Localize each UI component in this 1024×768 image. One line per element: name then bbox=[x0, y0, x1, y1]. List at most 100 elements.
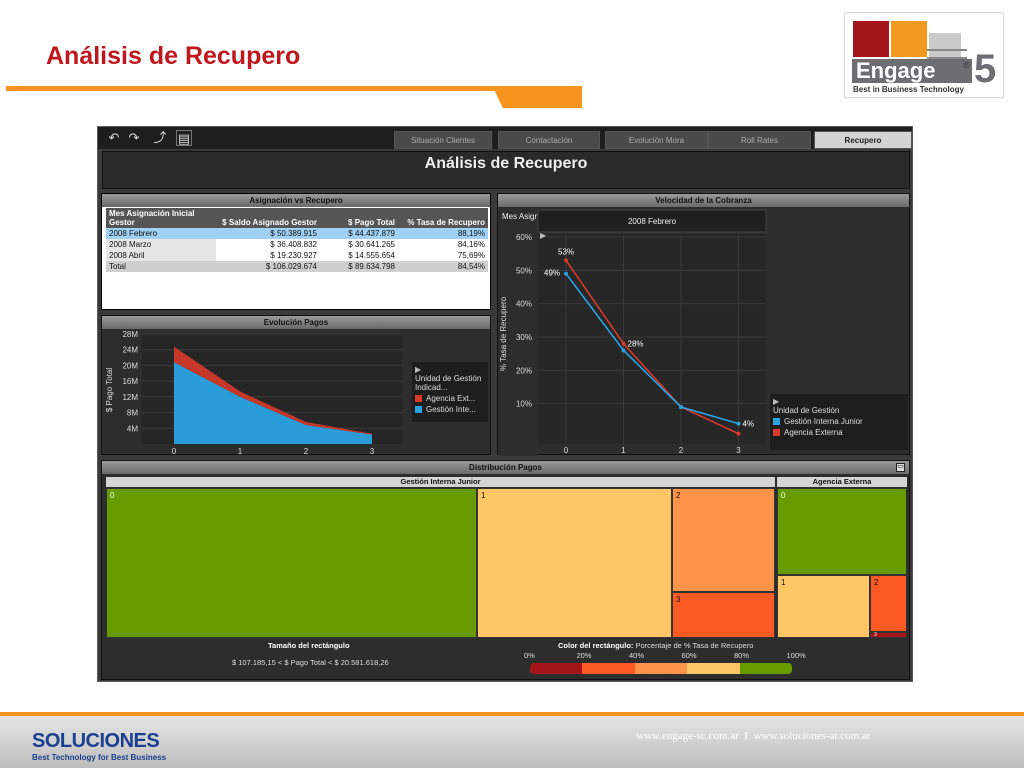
data-point bbox=[736, 431, 741, 436]
treemap-group-title: Agencia Externa bbox=[777, 477, 907, 487]
data-point bbox=[736, 421, 741, 426]
scale-tick-label: 80% bbox=[734, 651, 750, 660]
column-header[interactable]: % Tasa de Recupero bbox=[398, 208, 488, 228]
data-point bbox=[564, 271, 568, 276]
data-label: 4% bbox=[743, 420, 755, 429]
data-point bbox=[621, 341, 626, 346]
data-label: 53% bbox=[558, 247, 574, 256]
redo-icon[interactable]: ↷ bbox=[126, 130, 142, 146]
size-range: $ 107.185,15 < $ Pago Total < $ 20.581.6… bbox=[232, 658, 389, 667]
y-tick-label: 28M bbox=[122, 330, 138, 339]
cell: 84,16% bbox=[457, 239, 485, 249]
column-header[interactable]: $ Saldo Asignado Gestor bbox=[216, 208, 320, 228]
tab-recupero[interactable]: Recupero bbox=[814, 131, 912, 149]
logo-word: Engage bbox=[852, 59, 972, 83]
tab-roll-rates[interactable]: Roll Rates bbox=[708, 131, 811, 149]
logo-tagline: Best in Business Technology bbox=[853, 85, 964, 94]
y-tick-label: 40% bbox=[516, 300, 532, 309]
legend-item[interactable]: Agencia Externa bbox=[784, 428, 843, 437]
color-label: Color del rectángulo: Porcentaje de % Ta… bbox=[558, 641, 754, 650]
y-tick-label: 30% bbox=[516, 333, 532, 342]
panel-title: Asignación vs Recupero bbox=[102, 194, 490, 207]
panel-title: Velocidad de la Cobranza bbox=[498, 194, 909, 207]
reset-icon[interactable]: ⤴ bbox=[152, 130, 168, 146]
scale-tick-label: 40% bbox=[629, 651, 645, 660]
soluciones-tagline: Best Technology for Best Business bbox=[32, 753, 167, 762]
panel-title: Evolución Pagos bbox=[102, 316, 490, 329]
axis-arrow-icon: ▶ bbox=[540, 231, 547, 240]
column-header[interactable]: Mes Asignación Inicial Gestor bbox=[106, 208, 216, 228]
scale-tick-label: 100% bbox=[786, 651, 806, 660]
y-tick-label: 24M bbox=[122, 346, 138, 355]
treemap-cell[interactable]: 0 bbox=[106, 488, 477, 638]
table-row-total[interactable]: Total $ 106.029.674 $ 89.634.798 84,54% bbox=[106, 261, 488, 272]
y-tick-label: 8M bbox=[127, 409, 138, 418]
cell: $ 36.408.832 bbox=[270, 239, 317, 249]
slide-title: Análisis de Recupero bbox=[46, 42, 301, 70]
cell: $ 50.389.915 bbox=[216, 228, 320, 239]
legend-item[interactable]: Gestión Inte... bbox=[426, 405, 476, 414]
cell: $ 106.029.674 bbox=[216, 261, 320, 272]
y-tick-label: 20M bbox=[122, 361, 138, 370]
x-tick-label: 0 bbox=[172, 447, 177, 456]
data-point bbox=[564, 258, 568, 263]
evolucion-legend: ▶ Unidad de Gestión Indicad... Agencia E… bbox=[412, 362, 488, 422]
y-axis-label: $ Pago Total bbox=[105, 368, 114, 413]
x-tick-label: 1 bbox=[621, 446, 626, 455]
x-tick-label: 3 bbox=[736, 446, 741, 455]
cell: 2008 Abril bbox=[106, 250, 216, 261]
table-row[interactable]: 2008 Febrero $ 50.389.915 $ 44.437.879 8… bbox=[106, 228, 488, 239]
footer-links[interactable]: www.engage-sc.com.ar I www.soluciones-ar… bbox=[636, 730, 870, 742]
treemap-cell[interactable]: 2 bbox=[870, 575, 907, 632]
legend-title: Unidad de Gestión bbox=[773, 406, 840, 415]
y-tick-label: 10% bbox=[516, 400, 532, 409]
soluciones-logo: SOLUCIONES bbox=[32, 730, 160, 752]
asignacion-panel: Asignación vs Recupero Mes Asignación In… bbox=[101, 193, 491, 310]
column-header[interactable]: $ Pago Total bbox=[320, 208, 398, 228]
plot-area bbox=[538, 234, 766, 444]
x-tick-label: 1 bbox=[238, 447, 243, 456]
cell: $ 14.555.654 bbox=[348, 250, 395, 260]
undo-icon[interactable]: ↶ bbox=[106, 130, 122, 146]
cell: 2008 Febrero bbox=[106, 228, 216, 239]
treemap-cell[interactable]: 1 bbox=[777, 575, 870, 638]
footer: SOLUCIONES Best Technology for Best Busi… bbox=[0, 712, 1024, 768]
velocidad-legend: ▶ Unidad de Gestión Gestión Interna Juni… bbox=[770, 394, 908, 450]
cell: 84,54% bbox=[398, 261, 488, 272]
data-point bbox=[621, 348, 626, 353]
cell: $ 89.634.798 bbox=[320, 261, 398, 272]
treemap-cell[interactable]: 0 bbox=[777, 488, 907, 575]
y-tick-label: 12M bbox=[122, 393, 138, 402]
table-row[interactable]: 2008 Marzo $ 36.408.832 $ 30.641.265 84,… bbox=[106, 239, 488, 250]
scale-tick-label: 60% bbox=[681, 651, 697, 660]
y-tick-label: 20% bbox=[516, 366, 532, 375]
legend-item[interactable]: Gestión Interna Junior bbox=[784, 417, 863, 426]
treemap-cell[interactable]: 1 bbox=[477, 488, 672, 638]
treemap-cell[interactable]: 3 bbox=[672, 592, 775, 638]
tab-contactacion[interactable]: Contactación bbox=[498, 131, 600, 149]
cell: 88,19% bbox=[398, 228, 488, 239]
treemap-cell[interactable]: 3 bbox=[870, 632, 907, 638]
scale-tick-label: 0% bbox=[524, 651, 535, 660]
treemap-cell[interactable]: 2 bbox=[672, 488, 775, 592]
size-label: Tamaño del rectángulo bbox=[268, 641, 350, 650]
x-tick-label: 3 bbox=[370, 447, 375, 456]
tab-evolucion-mora[interactable]: Evolución Mora bbox=[605, 131, 708, 149]
logo-version: 5 bbox=[974, 47, 997, 91]
title-underline bbox=[6, 86, 582, 108]
maximize-icon[interactable]: ▭ bbox=[896, 463, 905, 472]
legend-item[interactable]: Agencia Ext... bbox=[426, 394, 475, 403]
cell: Total bbox=[106, 261, 216, 272]
cell: $ 44.437.879 bbox=[320, 228, 398, 239]
data-label: 28% bbox=[628, 340, 644, 349]
scale-tick-label: 20% bbox=[576, 651, 592, 660]
comment-icon[interactable]: ▤ bbox=[176, 130, 192, 146]
treemap-group-title: Gestión Interna Junior bbox=[106, 477, 775, 487]
evolucion-pagos-panel: 28M 24M 20M 16M 12M 8M 4M 0 1 2 3 $ Pago Total Evol… bbox=[101, 315, 491, 456]
table-row[interactable]: 2008 Abril $ 19.230.927 $ 14.555.654 75,… bbox=[106, 250, 488, 261]
slide: Análisis de Recupero Engage ® 5 Best in … bbox=[0, 0, 1024, 768]
dashboard: ↶ ↷ ⤴ ▤ Situación Clientes Contactación … bbox=[97, 126, 913, 682]
tab-situacion-clientes[interactable]: Situación Clientes bbox=[394, 131, 492, 149]
panel-title: Distribución Pagos bbox=[102, 461, 909, 474]
x-tick-label: 2 bbox=[679, 446, 684, 455]
